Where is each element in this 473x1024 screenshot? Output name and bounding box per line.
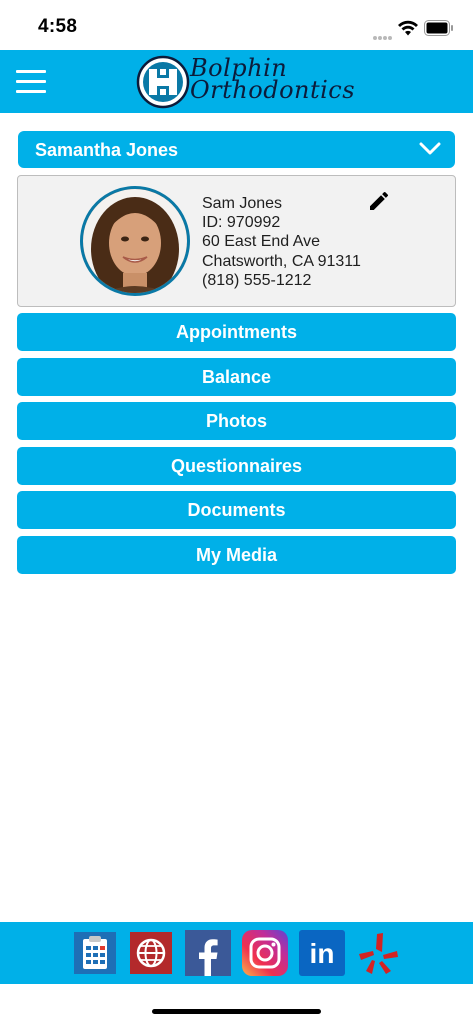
edit-pencil-icon[interactable]	[367, 189, 391, 213]
avatar-photo	[83, 189, 187, 293]
logo-line2: Orthodontics	[190, 76, 356, 104]
status-bar: 4:58	[0, 0, 473, 50]
patient-select-dropdown[interactable]: Samantha Jones	[18, 131, 455, 168]
linkedin-icon[interactable]: in	[299, 930, 345, 976]
profile-address-line2: Chatsworth, CA 91311	[202, 252, 361, 270]
patient-profile-card: Sam Jones ID: 970992 60 East End Ave Cha…	[17, 175, 456, 307]
logo-text: Bolphin Orthodontics	[190, 56, 355, 102]
avatar	[80, 186, 190, 296]
profile-address-line1: 60 East End Ave	[202, 233, 321, 251]
battery-icon	[424, 20, 453, 36]
yelp-icon[interactable]	[356, 930, 402, 976]
photos-button[interactable]: Photos	[17, 402, 456, 440]
clipboard-icon[interactable]	[72, 930, 118, 976]
questionnaires-button[interactable]: Questionnaires	[17, 446, 456, 485]
documents-button[interactable]: Documents	[17, 491, 456, 529]
facebook-icon[interactable]	[185, 930, 231, 976]
profile-name: Sam Jones	[202, 195, 283, 212]
profile-id: ID: 970992	[202, 214, 281, 232]
cellular-signal-icon	[373, 27, 395, 40]
status-time: 4:58	[38, 16, 78, 37]
selected-patient-name: Samantha Jones	[35, 140, 179, 160]
linkedin-logo-text: in	[310, 938, 335, 969]
instagram-icon[interactable]	[242, 930, 288, 976]
balance-button[interactable]: Balance	[17, 357, 456, 396]
logo-emblem-icon	[136, 55, 190, 109]
chevron-down-icon	[419, 142, 441, 155]
website-globe-icon[interactable]	[128, 930, 174, 976]
app-logo: Bolphin Orthodontics	[136, 54, 355, 110]
home-indicator[interactable]	[152, 1009, 321, 1014]
social-footer: in	[0, 922, 473, 984]
wifi-icon	[398, 20, 418, 36]
hamburger-menu-icon[interactable]	[14, 66, 48, 96]
profile-details: Sam Jones ID: 970992 60 East End Ave Cha…	[202, 194, 361, 290]
appointments-button[interactable]: Appointments	[17, 313, 456, 351]
main-nav: Appointments Balance Photos Questionnair…	[17, 313, 456, 580]
my-media-button[interactable]: My Media	[17, 535, 456, 574]
profile-phone: (818) 555-1212	[202, 271, 312, 289]
